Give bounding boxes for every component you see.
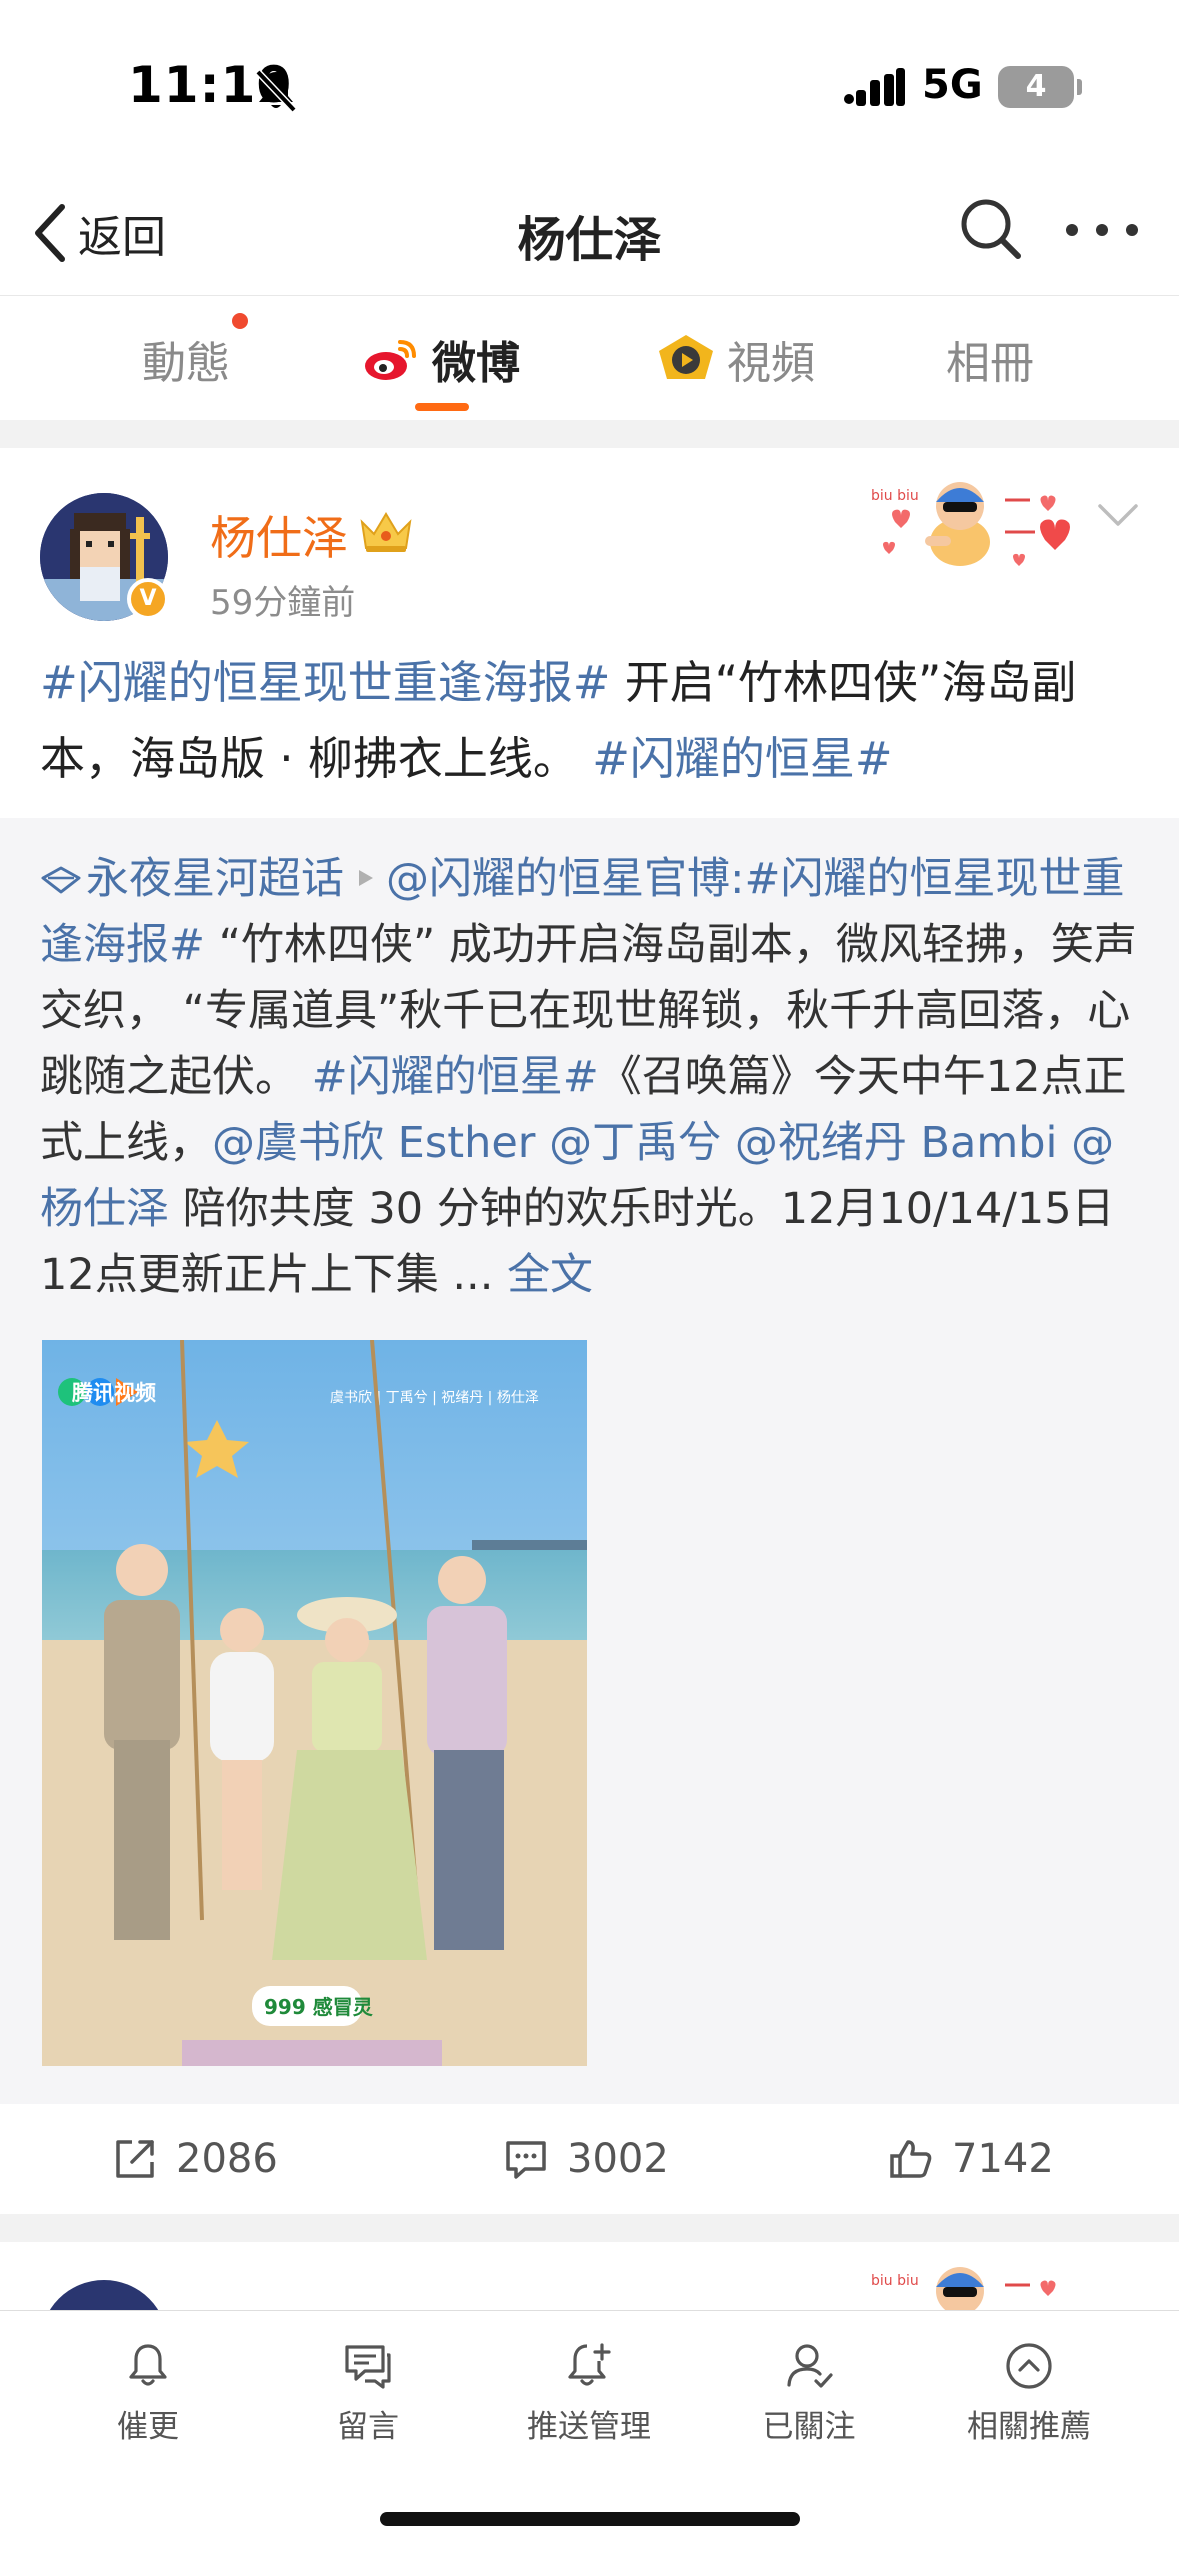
full-text-link[interactable]: 全文: [507, 1250, 593, 1300]
nav-bar: 返回 杨仕泽: [0, 170, 1179, 295]
comment-count: 3002: [567, 2136, 669, 2182]
bell-plus-icon: [568, 2343, 611, 2386]
repost-count: 2086: [176, 2136, 278, 2182]
back-button[interactable]: 返回: [30, 198, 166, 268]
toolbar-recommendations[interactable]: 相關推薦: [944, 2339, 1114, 2446]
verified-badge: V: [127, 578, 169, 620]
retweet-text: 永夜星河超话 @闪耀的恒星官博:#闪耀的恒星现世重逢海报# “竹林四侠” 成功开…: [40, 846, 1145, 1308]
tab-album[interactable]: 相冊: [946, 324, 1034, 394]
more-icon[interactable]: [1062, 200, 1142, 260]
hashtag-link[interactable]: #闪耀的恒星#: [592, 732, 892, 785]
supertopic-diamond-icon: [41, 866, 81, 894]
play-arrow-icon: [359, 870, 373, 886]
source-account-link[interactable]: @闪耀的恒星官博: [386, 854, 730, 904]
battery-tip: [1077, 79, 1082, 95]
crown-icon: [360, 512, 412, 552]
back-label: 返回: [78, 212, 166, 263]
toolbar-label: 留言: [337, 2409, 399, 2445]
retweet-card[interactable]: 永夜星河超话 @闪耀的恒星官博:#闪耀的恒星现世重逢海报# “竹林四侠” 成功开…: [0, 818, 1179, 2104]
mention-link[interactable]: @丁禹兮: [549, 1118, 721, 1168]
chevron-up-circle-icon: [1006, 2343, 1052, 2389]
post-action-bar: 2086 3002 7142: [0, 2104, 1179, 2214]
user-check-icon: [787, 2344, 833, 2388]
bell-icon: [129, 2344, 167, 2386]
toolbar-label: 已關注: [762, 2409, 856, 2445]
supertopic-link[interactable]: 永夜星河超话: [86, 854, 344, 904]
message-icon: [345, 2345, 391, 2389]
status-bar: 11:10 5G 4: [0, 0, 1179, 170]
author-name[interactable]: 杨仕泽: [210, 502, 348, 568]
tab-notification-dot: [232, 313, 248, 329]
poster-sponsor: 999 感冒灵: [264, 1995, 374, 2019]
home-indicator[interactable]: [380, 2512, 800, 2526]
poster-image: 腾讯视频 虞书欣 | 丁禹兮 | 祝绪丹 | 杨仕泽 999 感冒灵: [42, 1340, 587, 2066]
search-icon[interactable]: [956, 194, 1026, 264]
source-colon: :: [730, 854, 745, 904]
profile-tabs: 動態 微博 視頻 相冊: [0, 295, 1179, 420]
like-count: 7142: [952, 2136, 1054, 2182]
share-icon: [116, 2140, 154, 2178]
chevron-left-icon: [35, 204, 65, 262]
video-badge-icon: [659, 335, 713, 379]
svg-text:biu biu: biu biu: [871, 488, 919, 504]
thumbs-up-icon: [890, 2140, 932, 2178]
battery-indicator: 4: [998, 66, 1074, 108]
toolbar-label: 催更: [117, 2409, 179, 2445]
bell-muted-icon: [255, 69, 297, 113]
chevron-down-icon[interactable]: [1096, 500, 1140, 530]
hashtag-link[interactable]: #闪耀的恒星现世重逢海报#: [40, 656, 610, 709]
network-label: 5G: [922, 62, 983, 108]
comment-icon: [506, 2141, 546, 2179]
tab-weibo[interactable]: 微博: [362, 324, 520, 394]
toolbar-label: 相關推薦: [967, 2409, 1091, 2445]
hashtag-link[interactable]: #闪耀的恒星#: [312, 1052, 599, 1102]
signal-icon: [844, 68, 905, 106]
tab-dynamic[interactable]: 動態: [142, 324, 230, 394]
toolbar-message[interactable]: 留言: [283, 2339, 453, 2446]
post-image[interactable]: 腾讯视频 虞书欣 | 丁禹兮 | 祝绪丹 | 杨仕泽 999 感冒灵: [42, 1340, 587, 2066]
tab-video[interactable]: 視頻: [655, 324, 815, 394]
svg-text:biu biu: biu biu: [871, 2273, 919, 2289]
repost-button[interactable]: 2086: [112, 2134, 278, 2184]
poster-cast: 虞书欣 | 丁禹兮 | 祝绪丹 | 杨仕泽: [330, 1390, 539, 1406]
toolbar-push-settings[interactable]: 推送管理: [504, 2339, 674, 2446]
tab-label: 視頻: [727, 338, 815, 389]
next-post-sticker-icon: biu biu: [871, 2267, 1056, 2315]
post-text: #闪耀的恒星现世重逢海报# 开启“竹林四侠”海岛副本，海岛版 · 柳拂衣上线。 …: [40, 645, 1140, 797]
mention-link[interactable]: @虞书欣 Esther: [212, 1118, 536, 1168]
mention-link[interactable]: @祝绪丹 Bambi: [735, 1118, 1058, 1168]
separator: [0, 420, 1179, 448]
comment-button[interactable]: 3002: [503, 2134, 669, 2184]
tab-label: 動態: [142, 338, 230, 389]
toolbar-label: 推送管理: [527, 2409, 651, 2445]
post-time: 59分鐘前: [210, 583, 356, 623]
weibo-logo-icon: [365, 340, 416, 380]
like-button[interactable]: 7142: [888, 2134, 1054, 2184]
separator: [0, 2214, 1179, 2242]
tab-label: 微博: [432, 338, 520, 389]
active-tab-indicator: [415, 403, 469, 411]
toolbar-following[interactable]: 已關注: [724, 2339, 894, 2446]
sticker-icon: biu biu: [871, 482, 1070, 566]
toolbar-remind-update[interactable]: 催更: [63, 2339, 233, 2446]
poster-platform: 腾讯视频: [72, 1381, 156, 1405]
tab-label: 相冊: [946, 338, 1034, 389]
